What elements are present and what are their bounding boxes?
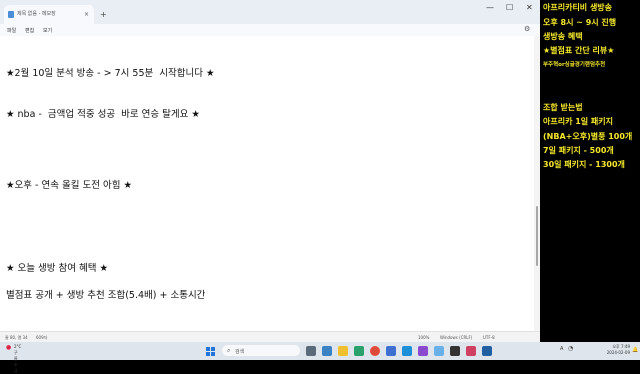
menu-edit[interactable]: 편집 bbox=[25, 27, 34, 34]
overlay-line: ★별점표 간단 리뷰★ bbox=[543, 46, 615, 55]
search-placeholder: 검색 bbox=[235, 349, 245, 355]
windows-start-icon[interactable] bbox=[206, 347, 215, 356]
overlay-line: 아프리카 1일 패키지 bbox=[543, 117, 614, 126]
search-icon: ⌕ bbox=[227, 347, 231, 354]
editor-line: ★2월 10일 분석 방송 - > 7시 55분 시작합니다 ★ bbox=[6, 68, 215, 79]
title-bar: 제목 없음 - 메모장 × + — ☐ ✕ bbox=[0, 0, 540, 24]
cursor-position: 줄 80, 열 34 bbox=[5, 335, 28, 340]
menu-view[interactable]: 보기 bbox=[43, 27, 52, 34]
weather-desc: 구름 조금 bbox=[14, 350, 18, 373]
photos-icon[interactable] bbox=[418, 346, 428, 356]
clock[interactable]: 오후 7:49 2024-02-09 bbox=[596, 344, 630, 356]
clock-date: 2024-02-09 bbox=[606, 350, 630, 355]
notepad-taskbar-icon[interactable] bbox=[434, 346, 444, 356]
editor-line: 별점표 공개 + 생방 추천 조합(5.4배) + 소통시간 bbox=[6, 290, 206, 301]
overlay-line: 조합 받는법 bbox=[543, 103, 583, 112]
overlay-line: 오후 8시 ~ 9시 진행 bbox=[543, 18, 617, 27]
line-ending: Windows (CRLF) bbox=[440, 335, 473, 340]
zoom-level: 100% bbox=[418, 335, 430, 340]
scrollbar-thumb[interactable] bbox=[536, 206, 538, 266]
language-indicator[interactable]: A bbox=[560, 346, 563, 352]
notification-bell-icon[interactable]: 🔔 bbox=[632, 347, 638, 353]
taskbar-search[interactable]: ⌕ 검색 bbox=[222, 345, 300, 356]
tab-title: 제목 없음 - 메모장 bbox=[17, 11, 56, 17]
taskbar: ● 2°C 구름 조금 ⌕ 검색 A ◔ 오후 7:49 2024-02-09 … bbox=[0, 342, 640, 373]
maximize-button[interactable]: ☐ bbox=[506, 3, 513, 12]
new-tab-button[interactable]: + bbox=[100, 5, 107, 24]
weather-temp: 2°C bbox=[14, 344, 22, 349]
app-icon[interactable] bbox=[466, 346, 476, 356]
tab-document[interactable]: 제목 없음 - 메모장 × bbox=[4, 5, 94, 24]
settings-gear-icon[interactable]: ⚙ bbox=[524, 25, 530, 33]
editor-line: ★ nba - 금액업 적중 성공 바로 연승 탈게요 ★ bbox=[6, 109, 200, 120]
app-icon[interactable] bbox=[450, 346, 460, 356]
overlay-line: 생방송 혜택 bbox=[543, 32, 583, 41]
overlay-line: 부주혁or싱글경기랜덤추천 bbox=[543, 62, 606, 68]
encoding: UTF-8 bbox=[483, 335, 495, 340]
overlay-line: 30일 패키지 - 1300개 bbox=[543, 160, 625, 169]
tab-close-icon[interactable]: × bbox=[84, 5, 89, 24]
char-count: 609자 bbox=[36, 335, 48, 340]
store-icon[interactable] bbox=[386, 346, 396, 356]
overlay-line: 아프리카티비 생방송 bbox=[543, 3, 613, 12]
notepad-window: 제목 없음 - 메모장 × + — ☐ ✕ 파일 편집 보기 ⚙ ★2월 10일… bbox=[0, 0, 540, 343]
editor-line: ★오후 - 연속 올킬 도전 아힘 ★ bbox=[6, 180, 132, 191]
menu-file[interactable]: 파일 bbox=[7, 27, 16, 34]
promo-overlay: 아프리카티비 생방송 오후 8시 ~ 9시 진행 생방송 혜택 ★별점표 간단 … bbox=[540, 0, 640, 342]
minimize-button[interactable]: — bbox=[486, 3, 494, 12]
overlay-line: (NBA+오후)별풍 100개 bbox=[543, 132, 633, 141]
edge-icon[interactable] bbox=[354, 346, 364, 356]
app-icon[interactable] bbox=[482, 346, 492, 356]
notepad-icon bbox=[8, 11, 14, 18]
wifi-icon[interactable]: ◔ bbox=[568, 345, 573, 352]
chrome-icon[interactable] bbox=[370, 346, 380, 356]
menu-bar: 파일 편집 보기 ⚙ bbox=[0, 24, 540, 36]
text-editor[interactable]: ★2월 10일 분석 방송 - > 7시 55분 시작합니다 ★ ★ nba -… bbox=[0, 36, 534, 331]
weather-icon: ● bbox=[6, 344, 12, 351]
widgets-icon[interactable] bbox=[322, 346, 332, 356]
task-view-icon[interactable] bbox=[306, 346, 316, 356]
mail-icon[interactable] bbox=[402, 346, 412, 356]
close-button[interactable]: ✕ bbox=[526, 3, 533, 12]
file-explorer-icon[interactable] bbox=[338, 346, 348, 356]
overlay-line: 7일 패키지 - 500개 bbox=[543, 146, 614, 155]
editor-line: ★ 오늘 생방 참여 혜택 ★ bbox=[6, 263, 109, 274]
